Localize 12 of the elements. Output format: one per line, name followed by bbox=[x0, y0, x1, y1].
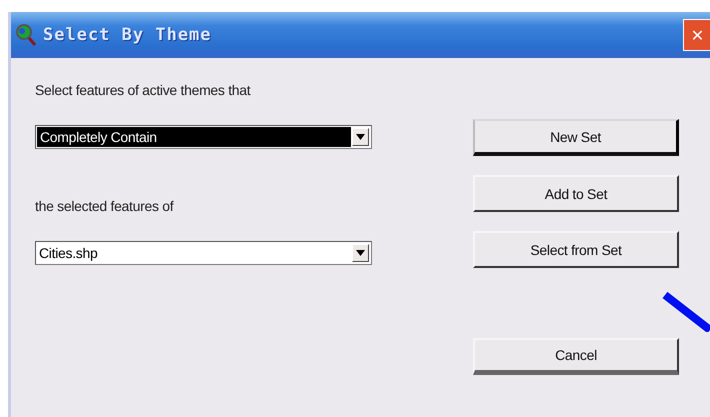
dropdown-field[interactable]: Completely Contain bbox=[35, 125, 372, 149]
magnifier-icon bbox=[15, 23, 37, 47]
field-label: the selected features of bbox=[35, 198, 175, 214]
close-button[interactable]: ✕ bbox=[683, 19, 710, 51]
dialog-button[interactable]: New Set bbox=[473, 119, 679, 156]
dialog-button[interactable]: Select from Set bbox=[473, 231, 679, 268]
annotation-line bbox=[660, 290, 710, 332]
field-label: Select features of active themes that bbox=[35, 82, 252, 98]
dialog-button[interactable]: Add to Set bbox=[473, 175, 679, 212]
window-title: Select By Theme bbox=[43, 25, 212, 45]
dropdown-field[interactable]: Cities.shp bbox=[35, 241, 372, 265]
dialog-button[interactable]: Cancel bbox=[473, 338, 679, 375]
